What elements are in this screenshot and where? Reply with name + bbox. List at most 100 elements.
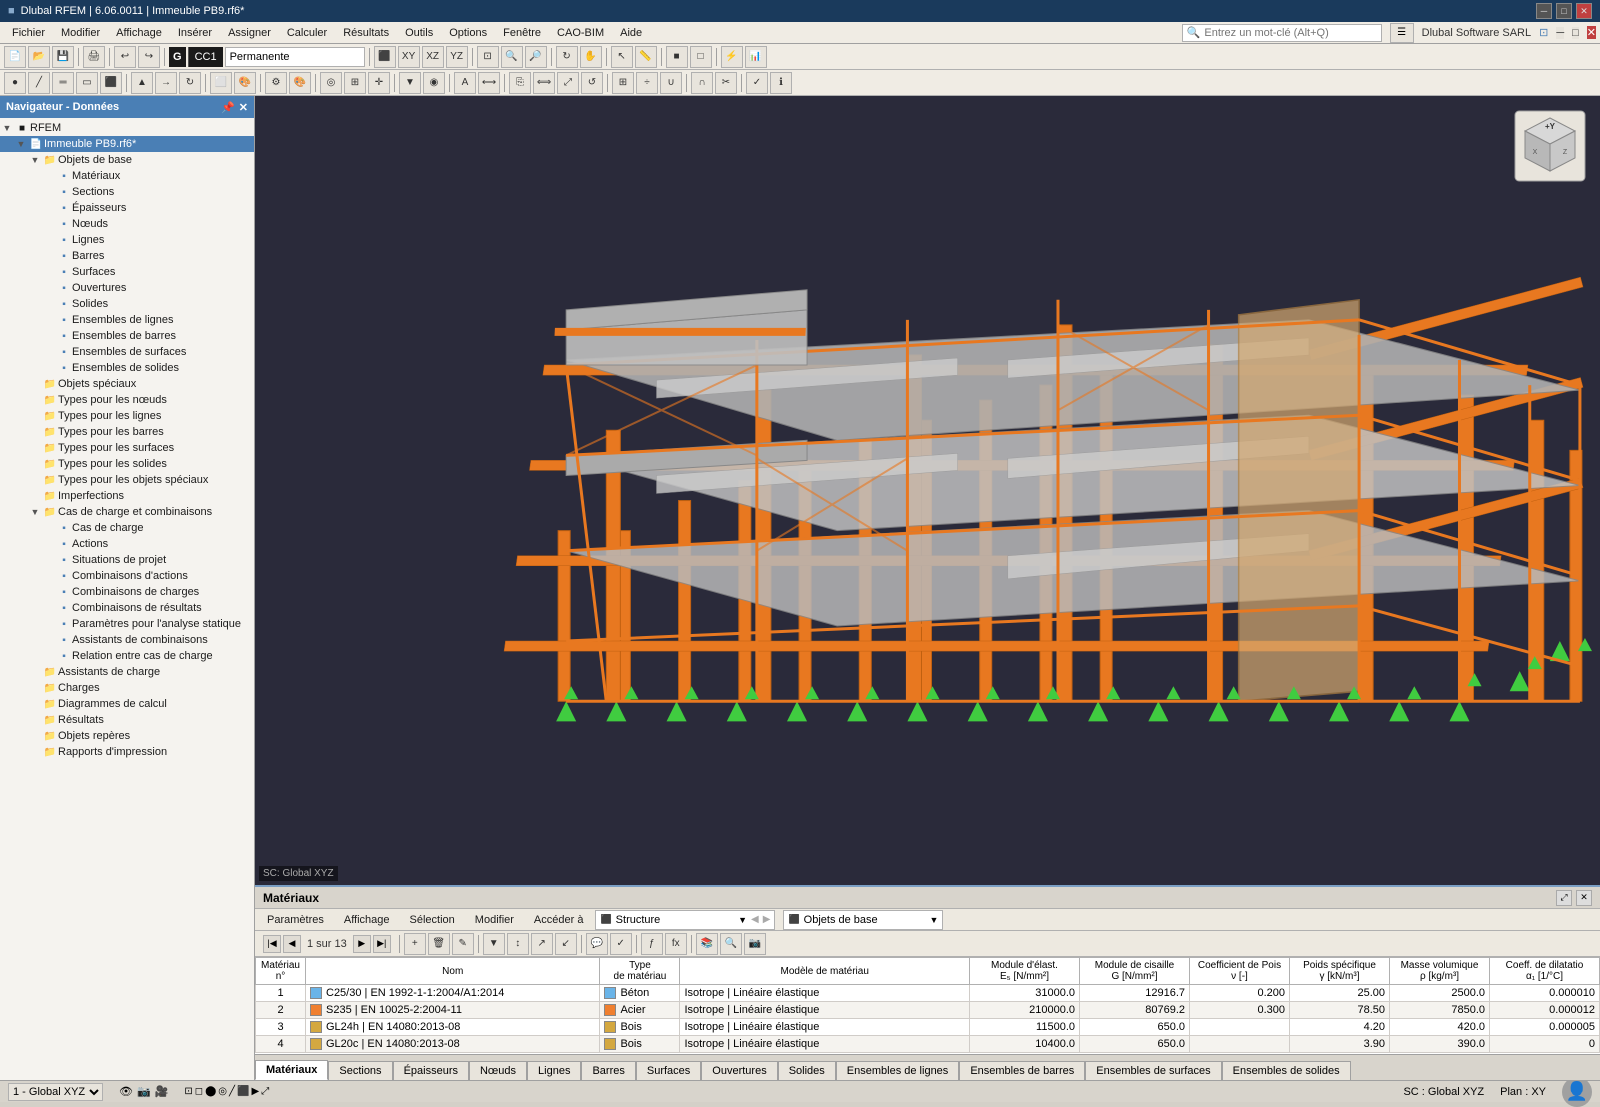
undo-button[interactable]: ↩ xyxy=(114,46,136,68)
tree-item-charges[interactable]: 📁Charges xyxy=(0,680,254,696)
print-button[interactable]: 🖨 xyxy=(83,46,105,68)
library-button[interactable]: 📚 xyxy=(696,933,718,955)
menu-item-affichage[interactable]: Affichage xyxy=(108,25,170,41)
minimize-app-button[interactable]: ─ xyxy=(1556,27,1564,39)
sort-button[interactable]: ↕ xyxy=(507,933,529,955)
status-btn-3[interactable]: ⬤ xyxy=(205,1086,216,1097)
dimension-button[interactable]: ⟷ xyxy=(478,72,500,94)
tab-sections[interactable]: Sections xyxy=(328,1061,392,1080)
table-row[interactable]: 3 GL24h | EN 14080:2013-08 Bois Isotrope… xyxy=(256,1019,1600,1036)
tree-item-imperfections[interactable]: 📁Imperfections xyxy=(0,488,254,504)
tree-item-assistants-combi[interactable]: ▪Assistants de combinaisons xyxy=(0,632,254,648)
menu-item-fenêtre[interactable]: Fenêtre xyxy=(495,25,549,41)
save-button[interactable]: 💾 xyxy=(52,46,74,68)
axis-button[interactable]: ✛ xyxy=(368,72,390,94)
objects-dropdown[interactable]: ⬛ Objets de base ▼ xyxy=(783,910,943,930)
status-btn-5[interactable]: ╱ xyxy=(229,1086,235,1097)
status-btn-4[interactable]: ◎ xyxy=(218,1086,227,1097)
tree-item-rfem[interactable]: ▼■RFEM xyxy=(0,120,254,136)
tree-item-params-analyse[interactable]: ▪Paramètres pour l'analyse statique xyxy=(0,616,254,632)
select-button[interactable]: ↖ xyxy=(611,46,633,68)
menu-item-cao-bim[interactable]: CAO-BIM xyxy=(549,25,612,41)
array-button[interactable]: ⊞ xyxy=(612,72,634,94)
pan-button[interactable]: ✋ xyxy=(580,46,602,68)
results-button[interactable]: 📊 xyxy=(745,46,767,68)
tree-item-sections[interactable]: ▪Sections xyxy=(0,184,254,200)
tree-item-combi-actions[interactable]: ▪Combinaisons d'actions xyxy=(0,568,254,584)
open-button[interactable]: 📂 xyxy=(28,46,50,68)
view-xy-button[interactable]: XY xyxy=(398,46,420,68)
barre-button[interactable]: ═ xyxy=(52,72,74,94)
zoom-fit-button[interactable]: ⊡ xyxy=(477,46,499,68)
table-row[interactable]: 1 C25/30 | EN 1992-1-1:2004/A1:2014 Béto… xyxy=(256,985,1600,1002)
grid-button[interactable]: ⊞ xyxy=(344,72,366,94)
rotate-obj-button[interactable]: ↺ xyxy=(581,72,603,94)
layout-button[interactable]: ⊡ xyxy=(1539,26,1548,39)
tab-surfaces[interactable]: Surfaces xyxy=(636,1061,701,1080)
load-case-dropdown[interactable]: Permanente xyxy=(225,47,365,67)
measure-button[interactable]: 📏 xyxy=(635,46,657,68)
redo-button[interactable]: ↪ xyxy=(138,46,160,68)
panel-menu-modifier[interactable]: Modifier xyxy=(467,912,522,928)
tab-ouvertures[interactable]: Ouvertures xyxy=(701,1061,777,1080)
search-bar[interactable]: 🔍 xyxy=(1182,24,1382,42)
tab-épaisseurs[interactable]: Épaisseurs xyxy=(393,1061,469,1080)
search-input[interactable] xyxy=(1204,27,1354,39)
filter-table-button[interactable]: ▼ xyxy=(483,933,505,955)
close-button[interactable]: ✕ xyxy=(1576,3,1592,19)
tree-item-ens-lignes[interactable]: ▪Ensembles de lignes xyxy=(0,312,254,328)
tab-nœuds[interactable]: Nœuds xyxy=(469,1061,527,1080)
tree-item-types-noeuds[interactable]: 📁Types pour les nœuds xyxy=(0,392,254,408)
menu-item-résultats[interactable]: Résultats xyxy=(335,25,397,41)
tree-item-ens-solides[interactable]: ▪Ensembles de solides xyxy=(0,360,254,376)
structure-dropdown[interactable]: ⬛ Structure ▼ ◀ ▶ xyxy=(595,910,775,930)
status-btn-8[interactable]: ⤢ xyxy=(261,1086,269,1097)
panel-menu-paramètres[interactable]: Paramètres xyxy=(259,912,332,928)
tree-item-assistants-charge[interactable]: 📁Assistants de charge xyxy=(0,664,254,680)
menu-item-insérer[interactable]: Insérer xyxy=(170,25,220,41)
view-xz-button[interactable]: XZ xyxy=(422,46,444,68)
tree-item-epaisseurs[interactable]: ▪Épaisseurs xyxy=(0,200,254,216)
view-yz-button[interactable]: YZ xyxy=(446,46,468,68)
tree-item-cas-charge[interactable]: ▪Cas de charge xyxy=(0,520,254,536)
label-button[interactable]: A xyxy=(454,72,476,94)
tree-item-objets-reperes[interactable]: 📁Objets repères xyxy=(0,728,254,744)
status-btn-7[interactable]: ▶ xyxy=(252,1086,260,1097)
line-button[interactable]: ╱ xyxy=(28,72,50,94)
tree-item-barres[interactable]: ▪Barres xyxy=(0,248,254,264)
tree-item-base-objects[interactable]: ▼📁Objets de base xyxy=(0,152,254,168)
check-table-button[interactable]: ✓ xyxy=(610,933,632,955)
tab-ensembles-de-barres[interactable]: Ensembles de barres xyxy=(959,1061,1085,1080)
tree-item-solides[interactable]: ▪Solides xyxy=(0,296,254,312)
snap-button[interactable]: ◎ xyxy=(320,72,342,94)
first-page-button[interactable]: |◀ xyxy=(263,935,281,953)
status-coordinate-system[interactable]: 1 - Global XYZ xyxy=(8,1083,103,1101)
tab-barres[interactable]: Barres xyxy=(581,1061,635,1080)
trim-button[interactable]: ✂ xyxy=(715,72,737,94)
mirror-button[interactable]: ⟺ xyxy=(533,72,555,94)
tab-ensembles-de-lignes[interactable]: Ensembles de lignes xyxy=(836,1061,960,1080)
tab-ensembles-de-solides[interactable]: Ensembles de solides xyxy=(1222,1061,1351,1080)
tree-item-ens-surfaces[interactable]: ▪Ensembles de surfaces xyxy=(0,344,254,360)
menu-options-button[interactable]: ☰ xyxy=(1390,23,1414,43)
formula-button[interactable]: ƒ xyxy=(641,933,663,955)
tree-item-types-solides[interactable]: 📁Types pour les solides xyxy=(0,456,254,472)
wireframe-button[interactable]: □ xyxy=(690,46,712,68)
zoom-out-button[interactable]: 🔎 xyxy=(525,46,547,68)
tree-item-types-barres[interactable]: 📁Types pour les barres xyxy=(0,424,254,440)
table-row[interactable]: 2 S235 | EN 10025-2:2004-11 Acier Isotro… xyxy=(256,1002,1600,1019)
copy-button[interactable]: ⎘ xyxy=(509,72,531,94)
status-btn-6[interactable]: ⬛ xyxy=(237,1086,249,1097)
color-button[interactable]: 🎨 xyxy=(289,72,311,94)
node-button[interactable]: ● xyxy=(4,72,26,94)
prev-page-button[interactable]: ◀ xyxy=(283,935,301,953)
cc-selector[interactable]: CC1 xyxy=(188,47,223,67)
tab-lignes[interactable]: Lignes xyxy=(527,1061,581,1080)
tab-matériaux[interactable]: Matériaux xyxy=(255,1060,328,1080)
export-button[interactable]: ↗ xyxy=(531,933,553,955)
material-assign-button[interactable]: 🎨 xyxy=(234,72,256,94)
tree-item-combi-resultats[interactable]: ▪Combinaisons de résultats xyxy=(0,600,254,616)
filter-button[interactable]: ▼ xyxy=(399,72,421,94)
menu-item-fichier[interactable]: Fichier xyxy=(4,25,53,41)
camera-icon[interactable]: 📷 xyxy=(137,1085,151,1098)
